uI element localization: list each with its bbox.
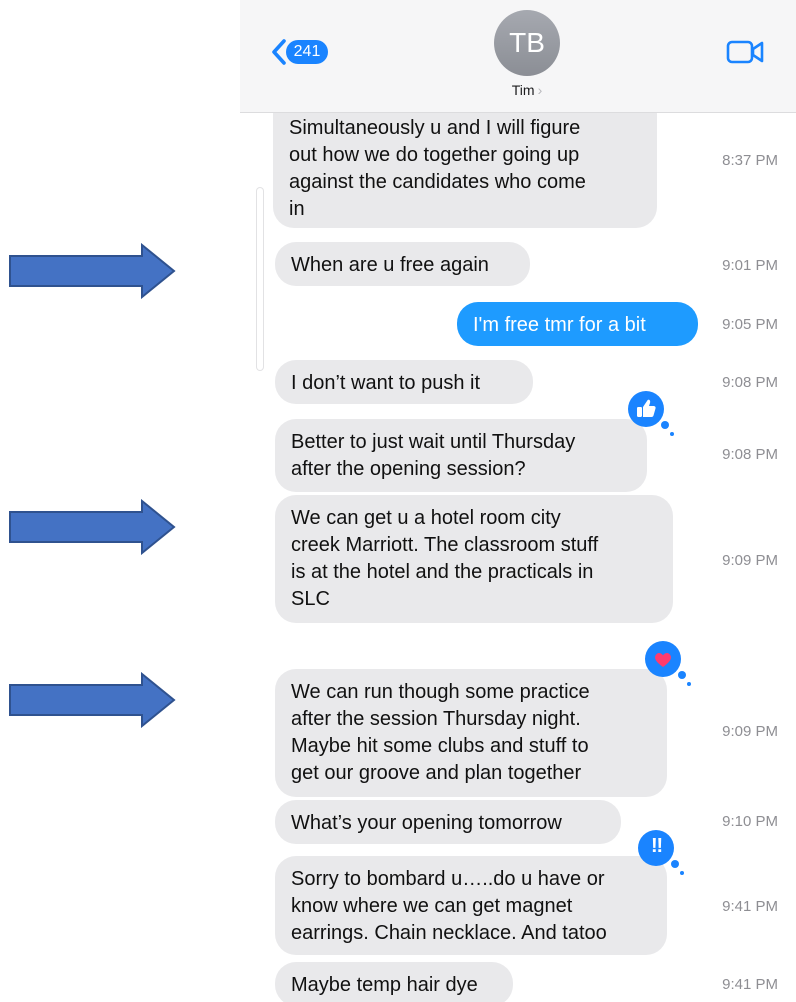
message-thread[interactable]: Simultaneously u and I will figure out h… — [240, 0, 796, 1002]
message-line: When are u free again — [291, 254, 489, 276]
bubble-tail — [267, 214, 285, 230]
bubble-tail — [269, 478, 287, 494]
message-bubble-received[interactable]: Sorry to bombard u…..do u have or know w… — [269, 856, 667, 957]
message-line: I don’t want to push it — [291, 372, 481, 394]
message-line: creek Marriott. The classroom stuff — [291, 534, 599, 556]
message-bubble-received[interactable]: We can get u a hotel room city creek Mar… — [269, 495, 673, 625]
bubble-tail — [269, 390, 287, 406]
message-bubble-received[interactable]: Maybe temp hair dye — [275, 962, 513, 1002]
message-bubble-received[interactable]: Simultaneously u and I will figure out h… — [267, 93, 657, 230]
message-line: What’s your opening tomorrow — [291, 812, 562, 834]
message-line: Simultaneously u and I will figure — [289, 117, 581, 139]
annotation-arrow-1 — [9, 243, 176, 299]
contact-avatar[interactable]: TB — [494, 10, 560, 76]
message-line: against the candidates who come — [289, 171, 586, 193]
messages-screen: Simultaneously u and I will figure out h… — [240, 0, 796, 1002]
message-timestamp: 9:08 PM — [722, 374, 778, 391]
bubble-tail — [269, 783, 287, 799]
double-exclamation-icon: ‼ — [650, 835, 663, 857]
message-line: I'm free tmr for a bit — [473, 314, 646, 336]
message-bubble-sent[interactable]: I'm free tmr for a bit — [457, 302, 704, 348]
message-timestamp: 9:05 PM — [722, 316, 778, 333]
heart-tapback[interactable] — [645, 641, 691, 686]
message-line: We can get u a hotel room city — [291, 507, 561, 529]
message-bubble-received[interactable]: Better to just wait until Thursday after… — [269, 419, 647, 494]
message-line: after the opening session? — [291, 458, 526, 480]
message-bubble-received[interactable]: We can run though some practice after th… — [269, 669, 667, 799]
message-line: is at the hotel and the practicals in — [291, 561, 594, 583]
bubble-tail — [269, 272, 287, 288]
message-timestamp: 9:41 PM — [722, 898, 778, 915]
bubble-tail — [269, 941, 287, 957]
message-line: get our groove and plan together — [291, 762, 582, 784]
message-timestamp: 9:08 PM — [722, 446, 778, 463]
message-line: Maybe temp hair dye — [291, 974, 478, 996]
message-line: Better to just wait until Thursday — [291, 431, 576, 453]
message-timestamp: 9:01 PM — [722, 257, 778, 274]
message-bubble-received[interactable]: When are u free again — [269, 242, 530, 288]
exclamation-tapback[interactable]: ‼ — [638, 830, 684, 875]
message-line: We can run though some practice — [291, 681, 590, 703]
message-line: out how we do together going up — [289, 144, 580, 166]
message-timestamp: 8:37 PM — [722, 152, 778, 169]
message-timestamp: 9:09 PM — [722, 723, 778, 740]
chevron-right-icon: › — [537, 82, 543, 98]
scroll-indicator[interactable] — [257, 188, 263, 370]
message-line: earrings. Chain necklace. And tatoo — [291, 922, 607, 944]
message-line: Maybe hit some clubs and stuff to — [291, 735, 589, 757]
contact-name[interactable]: Tim › — [486, 82, 568, 98]
bubble-tail — [686, 332, 704, 348]
video-camera-icon[interactable] — [726, 38, 766, 66]
message-line: SLC — [291, 588, 330, 610]
message-timestamp: 9:09 PM — [722, 552, 778, 569]
message-line: after the session Thursday night. — [291, 708, 581, 730]
annotation-arrow-2 — [9, 499, 176, 555]
thumbs-up-icon — [637, 399, 656, 417]
message-line: in — [289, 198, 305, 220]
message-timestamp: 9:41 PM — [722, 976, 778, 993]
conversation-header: 241 TB Tim › — [240, 0, 796, 113]
unread-count-badge: 241 — [286, 40, 328, 64]
thumbs-up-tapback[interactable] — [628, 391, 674, 436]
bubble-tail — [269, 609, 287, 625]
message-bubble-received[interactable]: What’s your opening tomorrow — [269, 800, 621, 846]
heart-icon — [655, 653, 671, 667]
annotation-arrow-3 — [9, 672, 176, 728]
bubble-tail — [269, 830, 287, 846]
message-bubble-received[interactable]: I don’t want to push it — [269, 360, 533, 406]
message-line: know where we can get magnet — [291, 895, 573, 917]
message-timestamp: 9:10 PM — [722, 813, 778, 830]
contact-name-label: Tim — [511, 82, 535, 98]
message-line: Sorry to bombard u…..do u have or — [291, 868, 605, 890]
